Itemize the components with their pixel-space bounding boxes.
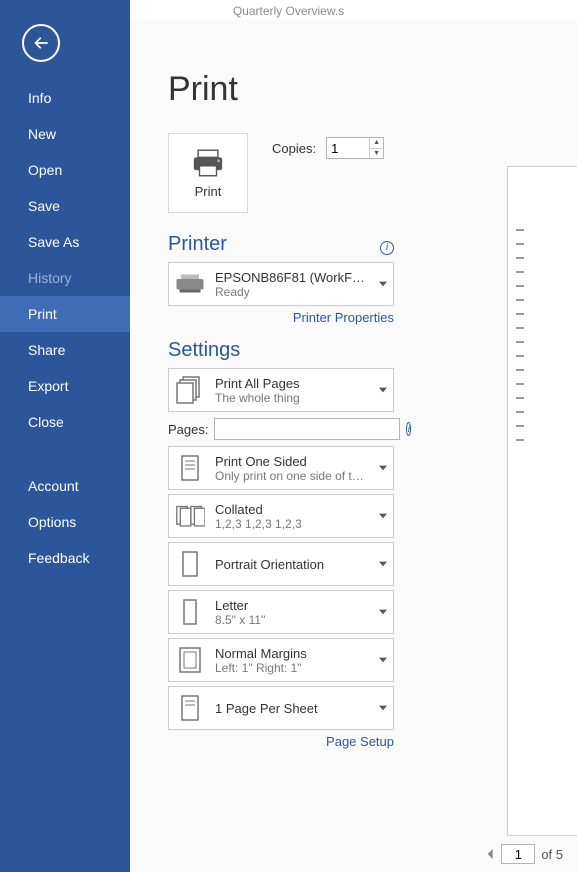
sides-selector[interactable]: Print One Sided Only print on one side o… bbox=[168, 446, 394, 490]
copies-label: Copies: bbox=[272, 141, 316, 156]
chevron-down-icon bbox=[377, 657, 389, 663]
printer-info-icon[interactable]: i bbox=[380, 241, 394, 255]
prev-page-icon[interactable] bbox=[487, 849, 495, 859]
sidebar-item-save-as[interactable]: Save As bbox=[0, 224, 130, 260]
chevron-down-icon bbox=[377, 705, 389, 711]
collation-selector[interactable]: Collated 1,2,3 1,2,3 1,2,3 bbox=[168, 494, 394, 538]
sidebar-item-label: Info bbox=[28, 90, 51, 106]
copies-spinner[interactable]: ▲ ▼ bbox=[326, 137, 384, 159]
dropdown-primary: Letter bbox=[215, 598, 367, 613]
print-button-label: Print bbox=[195, 184, 222, 199]
copies-spinner-buttons: ▲ ▼ bbox=[369, 138, 383, 158]
sidebar-item-new[interactable]: New bbox=[0, 116, 130, 152]
margins-selector[interactable]: Normal Margins Left: 1" Right: 1" bbox=[168, 638, 394, 682]
sidebar-item-export[interactable]: Export bbox=[0, 368, 130, 404]
printer-status: Ready bbox=[215, 285, 367, 299]
sidebar-item-share[interactable]: Share bbox=[0, 332, 130, 368]
dropdown-secondary: Only print on one side of th... bbox=[215, 469, 367, 483]
pages-label: Pages: bbox=[168, 422, 208, 437]
page-title: Print bbox=[168, 70, 577, 109]
printer-selector[interactable]: EPSONB86F81 (WorkForce 8... Ready bbox=[168, 262, 394, 306]
dropdown-secondary: 8.5" x 11" bbox=[215, 613, 367, 627]
pages-info-icon[interactable]: i bbox=[406, 422, 411, 436]
chevron-down-icon bbox=[377, 465, 389, 471]
back-arrow-icon bbox=[31, 33, 51, 53]
dropdown-primary: Print One Sided bbox=[215, 454, 367, 469]
printer-icon bbox=[191, 148, 225, 178]
dropdown-primary: Normal Margins bbox=[215, 646, 367, 661]
sidebar-item-label: Share bbox=[28, 342, 65, 358]
copies-up-button[interactable]: ▲ bbox=[370, 138, 383, 149]
settings-heading: Settings bbox=[168, 339, 240, 362]
one-per-sheet-icon bbox=[175, 693, 205, 723]
print-scope-selector[interactable]: Print All Pages The whole thing bbox=[168, 368, 394, 412]
chevron-down-icon bbox=[377, 561, 389, 567]
preview-content bbox=[508, 167, 577, 441]
portrait-icon bbox=[175, 549, 205, 579]
sidebar-item-print[interactable]: Print bbox=[0, 296, 130, 332]
paper-icon bbox=[175, 597, 205, 627]
sidebar-item-save[interactable]: Save bbox=[0, 188, 130, 224]
sidebar-item-close[interactable]: Close bbox=[0, 404, 130, 440]
page-setup-link[interactable]: Page Setup bbox=[326, 734, 394, 749]
copies-group: Copies: ▲ ▼ bbox=[272, 137, 384, 159]
margins-icon bbox=[175, 645, 205, 675]
sidebar-item-label: History bbox=[28, 270, 72, 286]
collated-icon bbox=[175, 501, 205, 531]
printer-heading: Printer bbox=[168, 233, 227, 256]
print-preview bbox=[507, 166, 577, 836]
sidebar-item-label: Save As bbox=[28, 234, 79, 250]
dropdown-primary: Portrait Orientation bbox=[215, 557, 367, 572]
dropdown-primary: 1 Page Per Sheet bbox=[215, 701, 367, 716]
sidebar-item-info[interactable]: Info bbox=[0, 80, 130, 116]
sidebar-item-history[interactable]: History bbox=[0, 260, 130, 296]
dropdown-secondary: The whole thing bbox=[215, 391, 367, 405]
chevron-down-icon bbox=[377, 609, 389, 615]
document-title: Quarterly Overview.s bbox=[233, 4, 344, 18]
printer-name: EPSONB86F81 (WorkForce 8... bbox=[215, 270, 367, 285]
sidebar-item-feedback[interactable]: Feedback bbox=[0, 540, 130, 576]
sidebar-item-label: Feedback bbox=[28, 550, 89, 566]
chevron-down-icon bbox=[377, 281, 389, 287]
sidebar-item-label: Save bbox=[28, 198, 60, 214]
pages-stack-icon bbox=[175, 375, 205, 405]
back-button[interactable] bbox=[22, 24, 60, 62]
paper-size-selector[interactable]: Letter 8.5" x 11" bbox=[168, 590, 394, 634]
sidebar-item-label: Account bbox=[28, 478, 79, 494]
print-button[interactable]: Print bbox=[168, 133, 248, 213]
sidebar-item-account[interactable]: Account bbox=[0, 468, 130, 504]
backstage-sidebar: Info New Open Save Save As History Print… bbox=[0, 0, 130, 872]
dropdown-secondary: Left: 1" Right: 1" bbox=[215, 661, 367, 675]
sidebar-item-label: Open bbox=[28, 162, 62, 178]
sidebar-item-open[interactable]: Open bbox=[0, 152, 130, 188]
one-sided-icon bbox=[175, 453, 205, 483]
pages-per-sheet-selector[interactable]: 1 Page Per Sheet bbox=[168, 686, 394, 730]
dropdown-primary: Collated bbox=[215, 502, 367, 517]
sidebar-item-label: Close bbox=[28, 414, 64, 430]
dropdown-secondary: 1,2,3 1,2,3 1,2,3 bbox=[215, 517, 367, 531]
current-page-input[interactable] bbox=[501, 844, 535, 864]
copies-down-button[interactable]: ▼ bbox=[370, 149, 383, 159]
copies-input[interactable] bbox=[327, 138, 369, 158]
printer-properties-link[interactable]: Printer Properties bbox=[293, 310, 394, 325]
orientation-selector[interactable]: Portrait Orientation bbox=[168, 542, 394, 586]
chevron-down-icon bbox=[377, 513, 389, 519]
sidebar-menu: Info New Open Save Save As History Print… bbox=[0, 80, 130, 576]
sidebar-item-label: Options bbox=[28, 514, 76, 530]
page-navigator: of 5 bbox=[487, 844, 563, 864]
print-backstage: Print Print Copies: ▲ ▼ Printer i bbox=[130, 20, 577, 872]
chevron-down-icon bbox=[377, 387, 389, 393]
printer-device-icon bbox=[175, 269, 205, 299]
sidebar-item-label: Export bbox=[28, 378, 68, 394]
sidebar-item-label: Print bbox=[28, 306, 57, 322]
pages-input[interactable] bbox=[214, 418, 400, 440]
page-total-label: of 5 bbox=[541, 847, 563, 862]
sidebar-item-label: New bbox=[28, 126, 56, 142]
dropdown-primary: Print All Pages bbox=[215, 376, 367, 391]
sidebar-item-options[interactable]: Options bbox=[0, 504, 130, 540]
